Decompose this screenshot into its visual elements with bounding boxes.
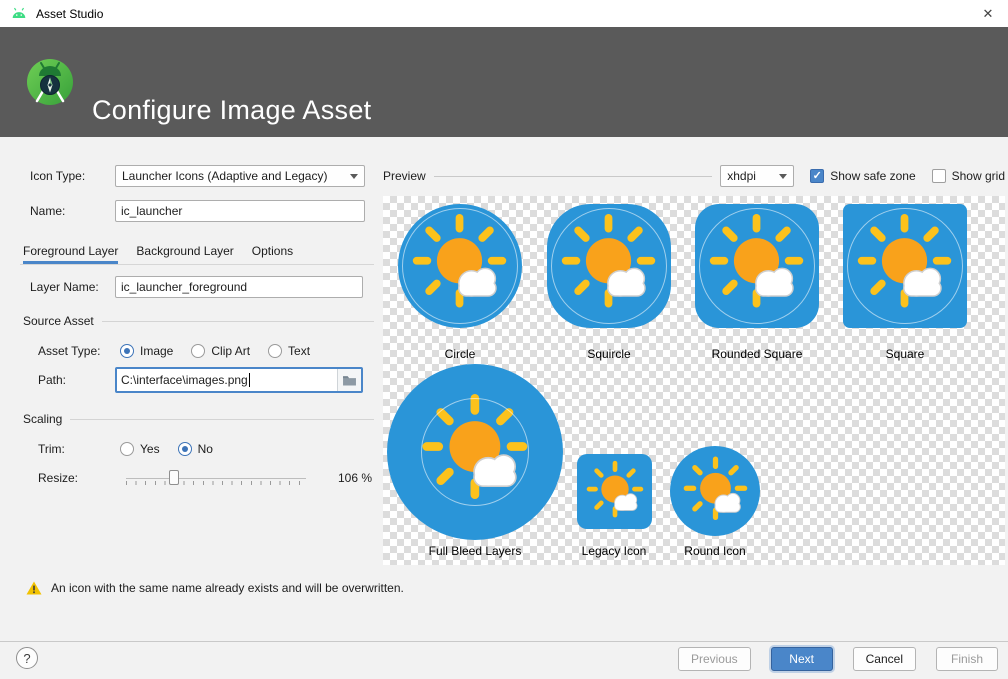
preview-squircle — [547, 204, 671, 328]
radio-indicator — [120, 442, 134, 456]
slider-ticks — [126, 481, 306, 485]
preview-canvas: Circle Squircle Rounded Square Square Fu… — [383, 196, 1005, 565]
radio-indicator — [268, 344, 282, 358]
android-app-icon — [10, 7, 28, 20]
asset-type-image-label: Image — [140, 344, 173, 358]
preview-header: Preview xhdpi Show safe zone Show grid — [383, 165, 1005, 187]
header-banner: Configure Image Asset — [0, 27, 1008, 137]
preview-rounded-square — [695, 204, 819, 328]
layer-name-input[interactable] — [115, 276, 363, 298]
show-grid-checkbox[interactable]: Show grid — [932, 169, 1005, 183]
asset-type-clipart-label: Clip Art — [211, 344, 250, 358]
next-button[interactable]: Next — [771, 647, 833, 671]
path-field[interactable]: C:\interface\images.png — [115, 367, 363, 393]
preview-square — [843, 204, 967, 328]
show-safe-zone-checkbox[interactable]: Show safe zone — [810, 169, 915, 183]
resize-value: 106 % — [330, 467, 372, 489]
icon-type-value: Launcher Icons (Adaptive and Legacy) — [122, 166, 344, 186]
scaling-group-label: Scaling — [23, 412, 62, 426]
finish-button[interactable]: Finish — [936, 647, 998, 671]
radio-indicator — [178, 442, 192, 456]
scaling-group: Scaling — [23, 412, 374, 426]
resize-slider-thumb[interactable] — [169, 470, 179, 485]
tile-label: Squircle — [547, 346, 671, 362]
tile-label: Full Bleed Layers — [387, 543, 563, 559]
trim-no-radio[interactable]: No — [178, 442, 213, 456]
tile-label: Circle — [398, 346, 522, 362]
trim-yes-radio[interactable]: Yes — [120, 442, 160, 456]
close-button[interactable]: ✕ — [968, 0, 1008, 27]
asset-type-clipart-radio[interactable]: Clip Art — [191, 344, 250, 358]
previous-button[interactable]: Previous — [678, 647, 751, 671]
browse-folder-button[interactable] — [337, 369, 361, 391]
trim-radios: Yes No — [120, 438, 213, 460]
tab-options[interactable]: Options — [252, 238, 293, 264]
layer-name-label: Layer Name: — [30, 276, 99, 298]
checkbox-unchecked-icon — [932, 169, 946, 183]
preview-round-icon — [670, 446, 760, 536]
icon-type-dropdown[interactable]: Launcher Icons (Adaptive and Legacy) — [115, 165, 365, 187]
density-value: xhdpi — [727, 166, 773, 186]
radio-indicator — [120, 344, 134, 358]
group-divider — [70, 419, 374, 420]
tabs-separator — [20, 264, 374, 265]
asset-type-radios: Image Clip Art Text — [120, 340, 310, 362]
tile-label: Rounded Square — [695, 346, 819, 362]
name-label: Name: — [30, 200, 65, 222]
tile-label: Square — [843, 346, 967, 362]
trim-no-label: No — [198, 442, 213, 456]
chevron-down-icon — [779, 174, 787, 179]
trim-label: Trim: — [38, 438, 65, 460]
folder-icon — [342, 374, 357, 386]
density-dropdown[interactable]: xhdpi — [720, 165, 794, 187]
layer-tabs: Foreground Layer Background Layer Option… — [23, 238, 293, 264]
warning-row: An icon with the same name already exist… — [26, 578, 404, 598]
resize-slider[interactable] — [124, 467, 308, 489]
group-divider — [102, 321, 374, 322]
chevron-down-icon — [350, 174, 358, 179]
warning-icon — [26, 581, 42, 595]
preview-legacy-icon — [577, 454, 652, 529]
show-grid-label: Show grid — [952, 169, 1005, 183]
name-input[interactable] — [115, 200, 365, 222]
asset-type-label: Asset Type: — [38, 340, 100, 362]
resize-label: Resize: — [38, 467, 78, 489]
preview-full-bleed — [387, 364, 563, 540]
window-titlebar: Asset Studio — [0, 0, 1008, 27]
footer-buttons: Previous Next Cancel Finish — [678, 647, 998, 671]
source-asset-group-label: Source Asset — [23, 314, 94, 328]
cancel-button[interactable]: Cancel — [853, 647, 916, 671]
show-safe-zone-label: Show safe zone — [830, 169, 915, 183]
preview-label: Preview — [383, 169, 426, 183]
android-studio-logo-icon — [26, 58, 74, 106]
window-title: Asset Studio — [36, 7, 103, 21]
warning-text: An icon with the same name already exist… — [51, 581, 404, 595]
path-value: C:\interface\images.png — [121, 373, 248, 387]
preview-divider — [434, 176, 713, 177]
page-title: Configure Image Asset — [92, 95, 371, 126]
asset-type-image-radio[interactable]: Image — [120, 344, 173, 358]
tab-foreground-layer[interactable]: Foreground Layer — [23, 238, 118, 264]
asset-type-text-label: Text — [288, 344, 310, 358]
radio-indicator — [191, 344, 205, 358]
tile-label: Round Icon — [648, 543, 782, 559]
icon-type-label: Icon Type: — [30, 165, 85, 187]
asset-type-text-radio[interactable]: Text — [268, 344, 310, 358]
trim-yes-label: Yes — [140, 442, 160, 456]
preview-circle — [398, 204, 522, 328]
tab-background-layer[interactable]: Background Layer — [136, 238, 233, 264]
source-asset-group: Source Asset — [23, 314, 374, 328]
slider-track — [126, 478, 306, 479]
checkbox-checked-icon — [810, 169, 824, 183]
help-button[interactable]: ? — [16, 647, 38, 669]
path-label: Path: — [38, 369, 66, 391]
text-caret — [249, 373, 250, 387]
